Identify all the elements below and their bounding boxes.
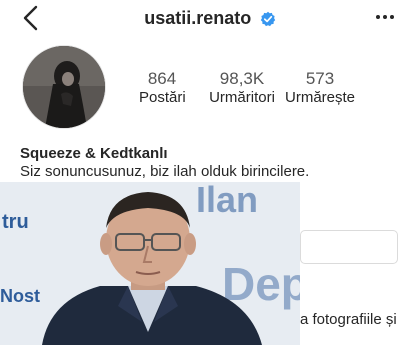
stat-posts[interactable]: 864 Postări (139, 69, 186, 108)
more-horizontal-icon (376, 15, 394, 19)
stat-followers-value: 98,3K (219, 69, 265, 88)
more-options-button[interactable] (374, 6, 396, 28)
banner-text-fragment: Dept (222, 258, 300, 310)
overlay-photo: tru Nost Ilan Dept (0, 182, 300, 345)
profile-bio: Siz sonuncusunuz, biz ilah olduk birinci… (20, 163, 310, 180)
profile-avatar[interactable] (22, 45, 106, 129)
banner-text-fragment: Ilan (196, 182, 258, 220)
stat-posts-label: Postări (139, 89, 186, 106)
verified-badge-icon (260, 11, 275, 26)
profile-username: usatii.renato (144, 8, 252, 28)
banner-text-fragment: Nost (0, 286, 40, 306)
stat-following-value: 573 (305, 69, 335, 88)
profile-display-name: Squeeze & Kedtkanlı (20, 145, 168, 162)
overlay-photo-scene: tru Nost Ilan Dept (0, 182, 300, 345)
profile-header: usatii.renato (0, 8, 420, 29)
stat-followers-label: Urmăritori (209, 89, 275, 106)
stat-posts-value: 864 (147, 69, 177, 88)
banner-text-fragment: tru (2, 211, 29, 233)
stat-followers[interactable]: 98,3K Urmăritori (207, 70, 277, 108)
avatar-photo (23, 46, 105, 128)
profile-action-button[interactable] (300, 230, 398, 264)
partial-caption: a fotografiile și (300, 311, 397, 328)
stat-following-label: Urmărește (285, 89, 356, 106)
stat-following[interactable]: 573 Urmărește (285, 70, 355, 108)
